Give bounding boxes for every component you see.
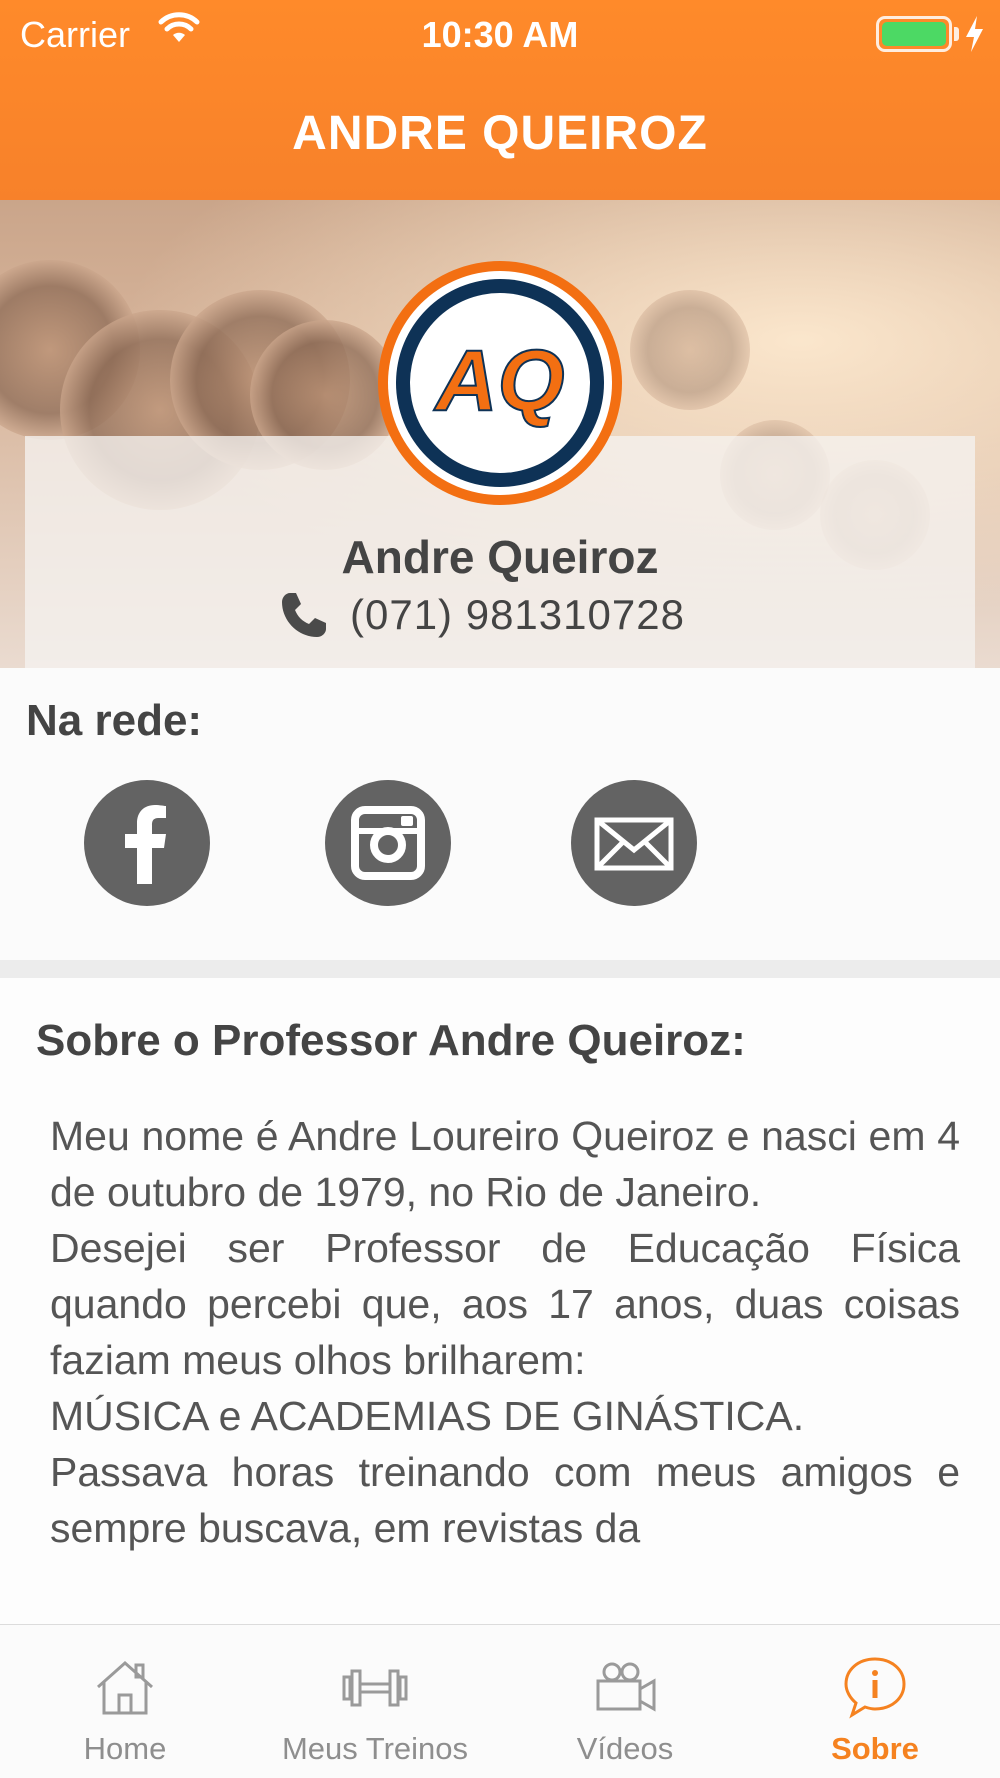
tab-sobre-label: Sobre — [831, 1731, 919, 1766]
dumbbell-icon — [342, 1669, 408, 1707]
info-icon — [844, 1657, 906, 1719]
about-title: Sobre o Professor Andre Queiroz: — [36, 1016, 746, 1065]
status-time: 10:30 AM — [421, 14, 579, 55]
logo: AQ — [378, 261, 622, 505]
tab-home-label: Home — [83, 1731, 167, 1766]
facebook-icon — [125, 805, 166, 884]
top-bar: Carrier 10:30 AM ANDRE QUEIROZ — [0, 0, 1000, 200]
social-section: Na rede: — [0, 668, 1000, 960]
phone-icon — [282, 593, 326, 637]
status-bar: Carrier 10:30 AM — [0, 0, 1000, 70]
tab-meus-treinos[interactable]: Meus Treinos — [250, 1625, 500, 1778]
instagram-button[interactable] — [325, 780, 451, 906]
battery-tip — [954, 27, 959, 41]
video-camera-icon — [596, 1662, 656, 1712]
nav-title: ANDRE QUEIROZ — [292, 107, 708, 160]
tab-sobre[interactable]: Sobre — [750, 1625, 1000, 1778]
battery-icon — [876, 16, 952, 52]
section-divider — [0, 960, 1000, 978]
about-section: Sobre o Professor Andre Queiroz: Meu nom… — [0, 978, 1000, 1624]
mail-icon — [594, 817, 674, 871]
charging-bolt-icon — [966, 16, 983, 52]
house-icon — [97, 1660, 153, 1715]
instagram-icon — [351, 806, 425, 880]
facebook-button[interactable] — [84, 780, 210, 906]
phone-number: (071) 981310728 — [350, 591, 685, 638]
tab-videos[interactable]: Vídeos — [500, 1625, 750, 1778]
about-text: Meu nome é Andre Loureiro Queiroz e nasc… — [50, 1113, 960, 1551]
tab-home[interactable]: Home — [0, 1625, 250, 1778]
phone-row[interactable]: (071) 981310728 — [278, 588, 685, 642]
profile-name: Andre Queiroz — [341, 531, 659, 583]
logo-text: AQ — [434, 333, 565, 429]
tab-meus-treinos-label: Meus Treinos — [281, 1731, 469, 1766]
social-title: Na rede: — [26, 696, 203, 745]
email-button[interactable] — [571, 780, 697, 906]
tab-bar: Home Meus Treinos Vídeos Sobre — [0, 1624, 1000, 1778]
tab-videos-label: Vídeos — [576, 1731, 674, 1766]
